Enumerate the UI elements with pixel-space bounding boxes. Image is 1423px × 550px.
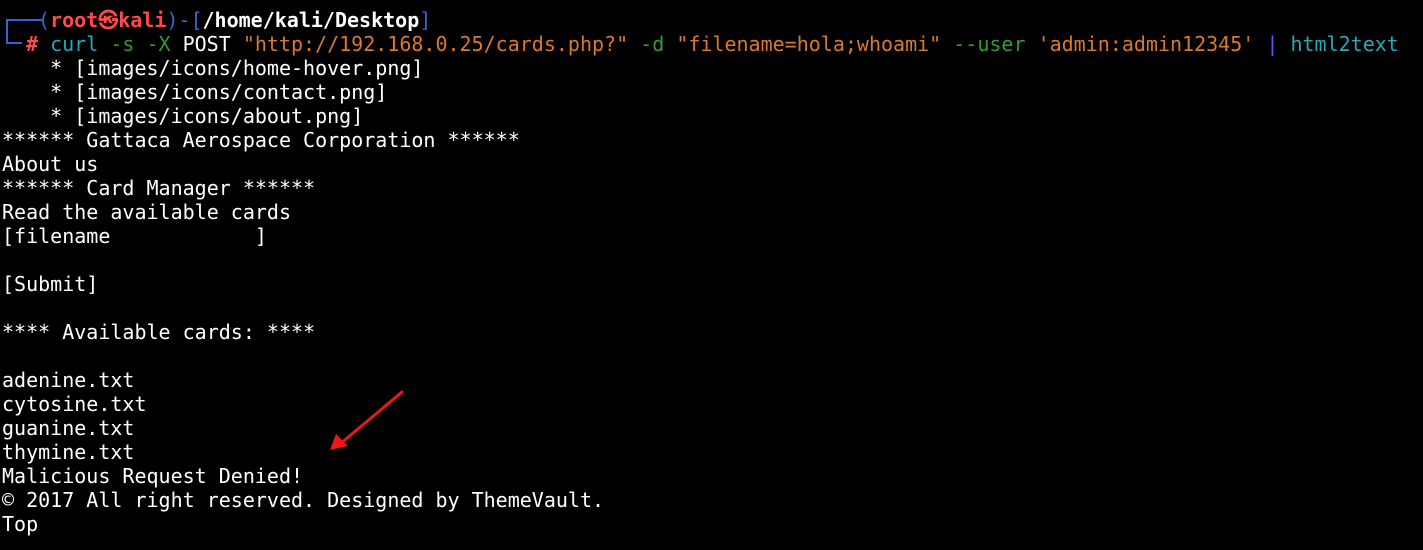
command-flag-d: -d bbox=[640, 32, 665, 56]
output-line: cytosine.txt bbox=[2, 392, 147, 416]
command-data: "filename=hola;whoami" bbox=[676, 32, 942, 56]
output-line: adenine.txt bbox=[2, 368, 135, 392]
prompt-path-close: ] bbox=[419, 8, 432, 32]
malicious-request-message: Malicious Request Denied! bbox=[2, 464, 304, 488]
command-flag-s: -s bbox=[110, 32, 135, 56]
output-line: About us bbox=[2, 152, 99, 176]
output-line: **** Available cards: **** bbox=[2, 320, 316, 344]
output-line: [Submit] bbox=[2, 272, 99, 296]
output-line: ****** Card Manager ****** bbox=[2, 176, 316, 200]
command-pipe-program: html2text bbox=[1290, 32, 1399, 56]
output-line: guanine.txt bbox=[2, 416, 135, 440]
command-program: curl bbox=[50, 32, 99, 56]
prompt-close-paren: )-[ bbox=[166, 8, 203, 32]
prompt-path: /home/kali/Desktop bbox=[202, 8, 420, 32]
command-method: POST bbox=[182, 32, 231, 56]
prompt-open-paren: ( bbox=[38, 8, 51, 32]
red-arrow-icon bbox=[330, 390, 404, 450]
prompt-frame-top bbox=[6, 19, 42, 21]
output-line: ****** Gattaca Aerospace Corporation ***… bbox=[2, 128, 520, 152]
output-line: * [images/icons/about.png] bbox=[2, 104, 364, 128]
output-line: thymine.txt bbox=[2, 440, 135, 464]
prompt-hash: # bbox=[26, 32, 39, 56]
command-pipe: | bbox=[1266, 32, 1279, 56]
command-flag-user: --user bbox=[953, 32, 1026, 56]
output-line: [filename ] bbox=[2, 224, 267, 248]
output-line: © 2017 All right reserved. Designed by T… bbox=[2, 488, 605, 512]
output-line: Top bbox=[2, 512, 39, 536]
command-url: "http://192.168.0.25/cards.php?" bbox=[242, 32, 629, 56]
prompt-user: root bbox=[50, 8, 99, 32]
output-line: * [images/icons/home-hover.png] bbox=[2, 56, 424, 80]
output-line: Read the available cards bbox=[2, 200, 291, 224]
prompt-frame-vertical bbox=[6, 19, 8, 44]
command-line[interactable]: # curl -s -X POST "http://192.168.0.25/c… bbox=[26, 32, 1399, 56]
output-line: * [images/icons/contact.png] bbox=[2, 80, 388, 104]
prompt-header-line: (root㉿kali)-[/home/kali/Desktop] bbox=[38, 8, 431, 32]
command-flag-x: -X bbox=[146, 32, 171, 56]
terminal-window[interactable]: (root㉿kali)-[/home/kali/Desktop] # curl … bbox=[0, 0, 1423, 550]
skull-icon: ㉿ bbox=[98, 8, 119, 32]
prompt-frame-bottom bbox=[6, 42, 22, 44]
command-credentials: 'admin:admin12345' bbox=[1037, 32, 1255, 56]
prompt-host: kali bbox=[118, 8, 167, 32]
